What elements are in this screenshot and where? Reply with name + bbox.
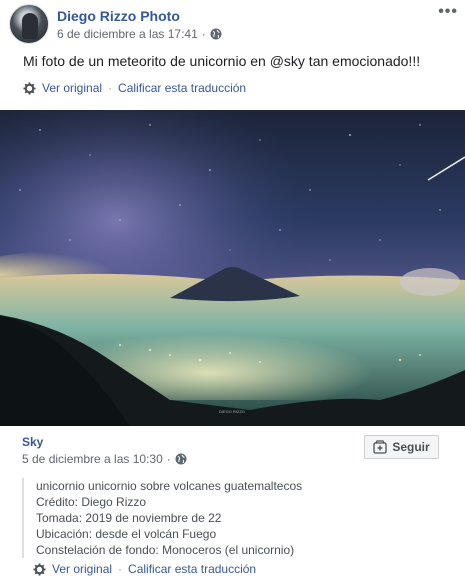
see-original-link[interactable]: Ver original <box>52 562 112 576</box>
translation-separator: · <box>108 81 113 95</box>
shared-translation-row: Ver original · Calificar esta traducción <box>33 562 256 576</box>
post-text: Mi foto de un meteorito de unicornio en … <box>23 53 421 69</box>
post-meta: 6 de diciembre a las 17:41 · <box>57 27 222 41</box>
quote-line: Crédito: Diego Rizzo <box>36 495 147 509</box>
shared-meta: 5 de diciembre a las 10:30 · <box>22 452 187 466</box>
volcano-night-photo: DIEGO RIZZO <box>0 110 465 426</box>
quote-line: Ubicación: desde el volcán Fuego <box>36 527 217 541</box>
follow-label: Seguir <box>392 440 430 454</box>
shared-timestamp[interactable]: 5 de diciembre a las 10:30 <box>22 452 163 466</box>
shared-author[interactable]: Sky <box>22 435 43 449</box>
quote-line: unicornio unicornio sobre volcanes guate… <box>36 479 303 493</box>
rate-translation-link[interactable]: Calificar esta traducción <box>128 562 256 576</box>
translation-separator: · <box>118 562 123 576</box>
follow-button[interactable]: Seguir <box>364 435 439 459</box>
post-author[interactable]: Diego Rizzo Photo <box>57 8 180 24</box>
shared-header: Sky 5 de diciembre a las 10:30 · <box>22 435 187 466</box>
globe-icon[interactable] <box>210 28 222 40</box>
globe-icon[interactable] <box>175 453 187 465</box>
photo-watermark: DIEGO RIZZO <box>219 409 245 414</box>
post-timestamp[interactable]: 6 de diciembre a las 17:41 <box>57 27 198 41</box>
follow-icon <box>373 440 387 454</box>
rate-translation-link[interactable]: Calificar esta traducción <box>118 81 246 95</box>
avatar[interactable] <box>9 4 49 44</box>
gear-icon <box>33 562 46 576</box>
meta-separator: · <box>201 27 206 41</box>
post-photo[interactable]: DIEGO RIZZO <box>0 110 465 426</box>
post-header: Diego Rizzo Photo 6 de diciembre a las 1… <box>9 4 459 48</box>
quote-line: Constelación de fondo: Monoceros (el uni… <box>36 543 295 557</box>
post-translation-row: Ver original · Calificar esta traducción <box>23 81 246 95</box>
shared-meta-separator: · <box>166 452 171 466</box>
shared-quote: unicornio unicornio sobre volcanes guate… <box>22 478 442 558</box>
see-original-link[interactable]: Ver original <box>42 81 102 95</box>
quote-line: Tomada: 2019 de noviembre de 22 <box>36 511 222 525</box>
gear-icon <box>23 81 36 95</box>
more-icon[interactable]: ••• <box>438 4 458 20</box>
